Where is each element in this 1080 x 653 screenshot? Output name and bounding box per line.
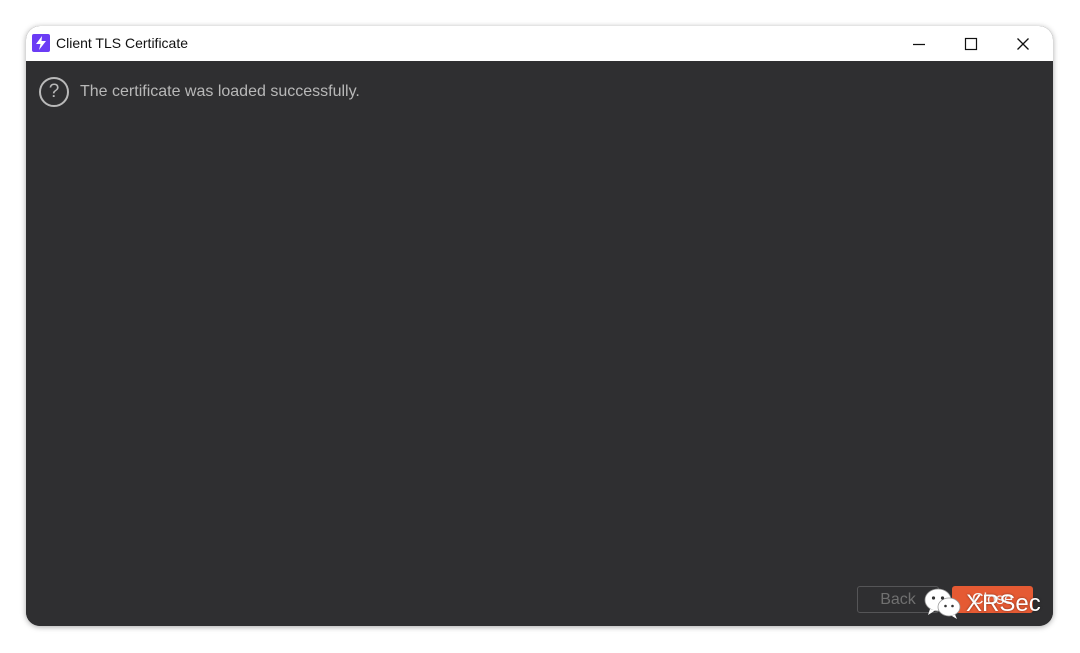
minimize-button[interactable]: [894, 26, 944, 61]
close-window-button[interactable]: [998, 26, 1048, 61]
dialog-window: Client TLS Certificate ? The certificate…: [26, 26, 1053, 626]
maximize-icon: [964, 37, 978, 50]
status-message: The certificate was loaded successfully.: [80, 83, 360, 100]
lightning-icon: [32, 34, 50, 52]
message-row: ? The certificate was loaded successfull…: [39, 77, 360, 107]
dialog-content: ? The certificate was loaded successfull…: [26, 61, 1053, 626]
back-button[interactable]: Back: [857, 586, 939, 613]
close-button[interactable]: Close: [952, 586, 1033, 613]
title-bar: Client TLS Certificate: [26, 26, 1053, 61]
screen: Client TLS Certificate ? The certificate…: [0, 0, 1080, 653]
window-title: Client TLS Certificate: [56, 35, 189, 51]
maximize-button[interactable]: [946, 26, 996, 61]
close-icon: [1017, 37, 1029, 50]
question-icon: ?: [39, 77, 69, 107]
minimize-icon: [913, 43, 925, 45]
